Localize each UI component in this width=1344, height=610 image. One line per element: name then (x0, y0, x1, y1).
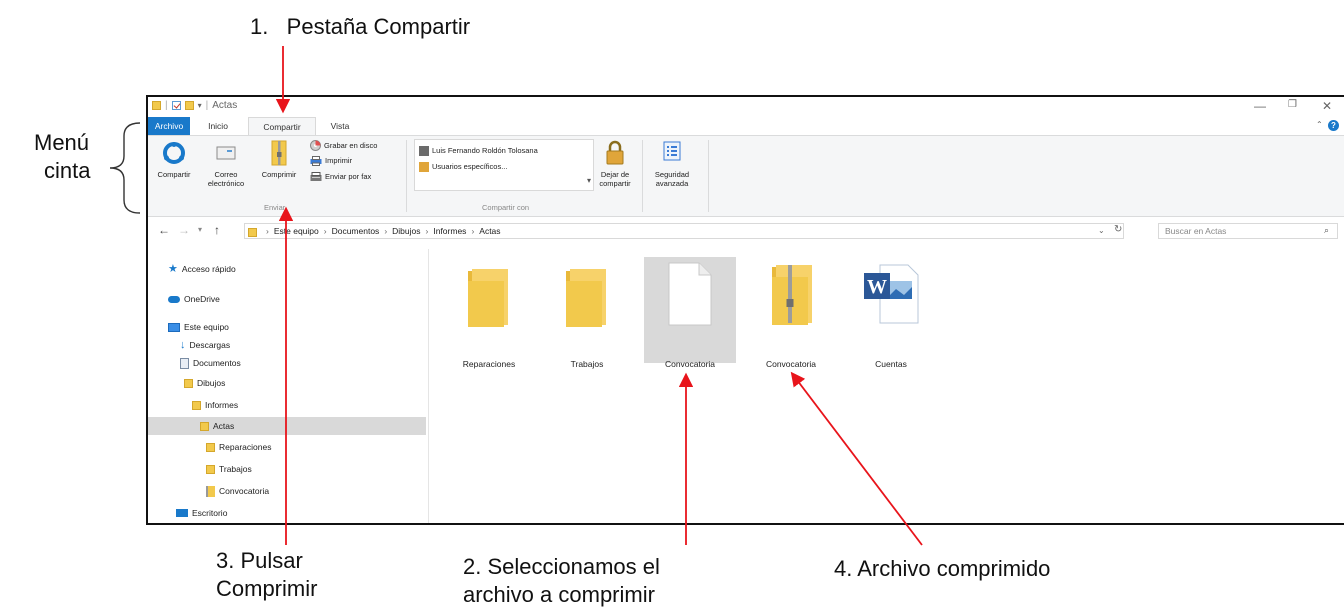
annotation-arrows (275, 46, 923, 546)
